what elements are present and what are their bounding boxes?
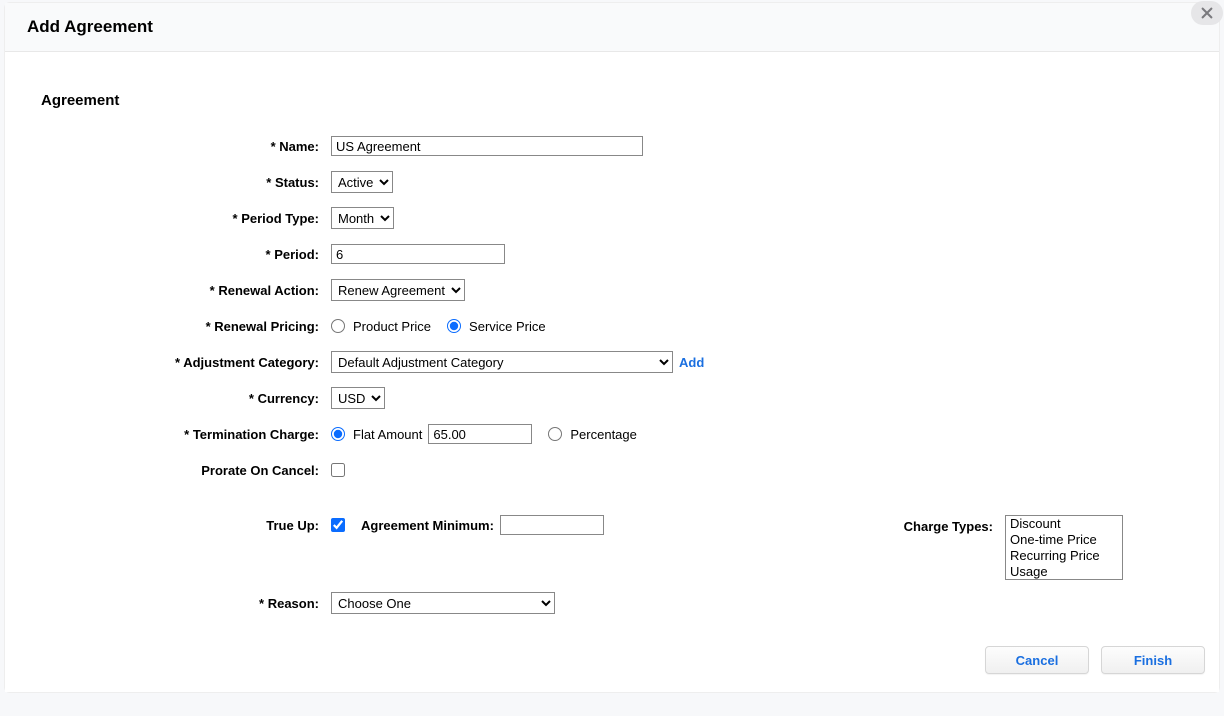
section-title: Agreement bbox=[41, 92, 1183, 109]
renewal-pricing-service-label: Service Price bbox=[469, 319, 546, 334]
reason-select[interactable]: Choose One bbox=[331, 592, 555, 614]
charge-types-label: Charge Types: bbox=[904, 515, 1005, 534]
termination-pct-radio[interactable] bbox=[548, 427, 562, 441]
prorate-on-cancel-checkbox[interactable] bbox=[331, 463, 345, 477]
list-item[interactable]: Usage bbox=[1006, 564, 1122, 580]
status-select[interactable]: Active bbox=[331, 171, 393, 193]
termination-pct-label: Percentage bbox=[570, 427, 637, 442]
close-button[interactable] bbox=[1191, 1, 1223, 25]
adjustment-category-label: Adjustment Category: bbox=[91, 355, 331, 370]
period-type-select[interactable]: Month bbox=[331, 207, 394, 229]
period-input[interactable] bbox=[331, 244, 505, 264]
list-item[interactable]: Recurring Price bbox=[1006, 548, 1122, 564]
renewal-pricing-product-label: Product Price bbox=[353, 319, 431, 334]
renewal-pricing-service-radio[interactable] bbox=[447, 319, 461, 333]
prorate-on-cancel-label: Prorate On Cancel: bbox=[91, 463, 331, 478]
dialog-footer: Cancel Finish bbox=[5, 636, 1219, 692]
period-label: Period: bbox=[91, 247, 331, 262]
status-label: Status: bbox=[91, 175, 331, 190]
charge-types-listbox[interactable]: Discount One-time Price Recurring Price … bbox=[1005, 515, 1123, 580]
dialog-title: Add Agreement bbox=[27, 17, 1197, 37]
termination-flat-radio[interactable] bbox=[331, 427, 345, 441]
currency-select[interactable]: USD bbox=[331, 387, 385, 409]
add-adjustment-link[interactable]: Add bbox=[679, 355, 704, 370]
dialog-body: Agreement Name: Status: Active Period Ty… bbox=[5, 52, 1219, 636]
true-up-checkbox[interactable] bbox=[331, 518, 345, 532]
renewal-pricing-label: Renewal Pricing: bbox=[91, 319, 331, 334]
termination-flat-label: Flat Amount bbox=[353, 427, 422, 442]
renewal-action-select[interactable]: Renew Agreement bbox=[331, 279, 465, 301]
name-label: Name: bbox=[91, 139, 331, 154]
cancel-button[interactable]: Cancel bbox=[985, 646, 1089, 674]
finish-button[interactable]: Finish bbox=[1101, 646, 1205, 674]
currency-label: Currency: bbox=[91, 391, 331, 406]
period-type-label: Period Type: bbox=[91, 211, 331, 226]
list-item[interactable]: Discount bbox=[1006, 516, 1122, 532]
renewal-pricing-product-radio[interactable] bbox=[331, 319, 345, 333]
add-agreement-dialog: Add Agreement Agreement Name: Status: Ac… bbox=[4, 2, 1220, 693]
renewal-action-label: Renewal Action: bbox=[91, 283, 331, 298]
true-up-label: True Up: bbox=[91, 518, 331, 533]
agreement-minimum-label: Agreement Minimum: bbox=[361, 518, 494, 533]
name-input[interactable] bbox=[331, 136, 643, 156]
list-item[interactable]: One-time Price bbox=[1006, 532, 1122, 548]
reason-label: Reason: bbox=[91, 596, 331, 611]
agreement-minimum-input[interactable] bbox=[500, 515, 604, 535]
dialog-header: Add Agreement bbox=[5, 3, 1219, 52]
termination-flat-input[interactable] bbox=[428, 424, 532, 444]
adjustment-category-select[interactable]: Default Adjustment Category bbox=[331, 351, 673, 373]
close-icon bbox=[1200, 6, 1214, 20]
agreement-form: Name: Status: Active Period Type: Month bbox=[41, 133, 1183, 616]
termination-charge-label: Termination Charge: bbox=[91, 427, 331, 442]
